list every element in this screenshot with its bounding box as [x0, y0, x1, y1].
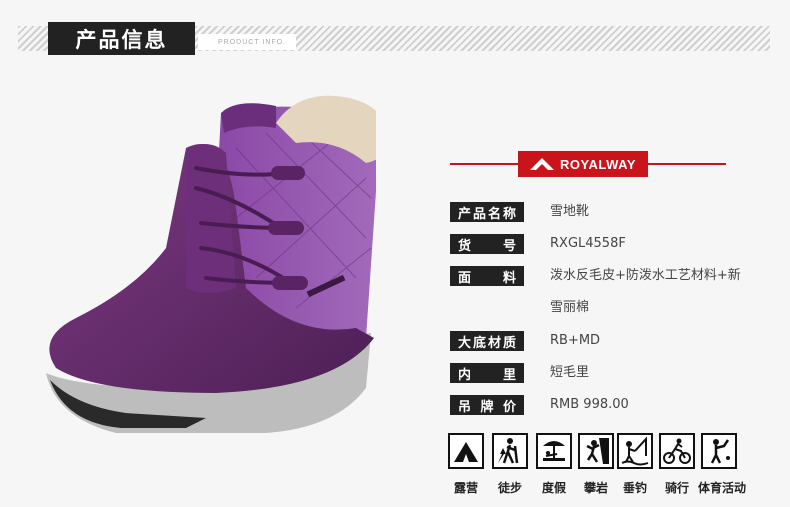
- activity-label-climbing: 攀岩: [583, 481, 608, 495]
- brand-badge: ROYALWAY: [518, 151, 648, 177]
- spec-value-name: 雪地靴: [550, 204, 590, 219]
- activity-label-vacation: 度假: [541, 481, 566, 495]
- spec-label-name: 产品名称: [450, 202, 524, 222]
- vacation-icon: [536, 433, 572, 469]
- cycling-icon: [659, 433, 695, 469]
- spec-value-price: RMB 998.00: [550, 397, 629, 412]
- spec-label-price: 吊牌价: [450, 395, 524, 415]
- brand-logo-icon: [529, 158, 554, 170]
- spec-value-lining: 短毛里: [550, 365, 590, 380]
- brand-name: ROYALWAY: [559, 156, 636, 172]
- activity-label-fishing: 垂钓: [622, 481, 647, 495]
- spec-value-fabric-line2: 雪丽棉: [550, 300, 590, 315]
- spec-value-fabric-line1: 泼水反毛皮+防泼水工艺材料+新: [550, 268, 741, 283]
- section-subtitle: PRODUCT INFO.: [198, 34, 296, 50]
- spec-label-sole: 大底材质: [450, 331, 524, 351]
- climbing-icon: [578, 433, 614, 469]
- hiking-icon: [492, 433, 528, 469]
- spec-value-sole: RB+MD: [550, 333, 601, 348]
- camping-icon: [448, 433, 484, 469]
- activity-label-camping: 露营: [453, 481, 478, 495]
- activity-label-cycling: 骑行: [664, 481, 689, 495]
- spec-value-sku: RXGL4558F: [550, 236, 626, 251]
- spec-label-sku: 货号: [450, 234, 524, 254]
- spec-label-fabric: 面料: [450, 266, 524, 286]
- activity-label-sports: 体育活动: [697, 481, 746, 495]
- section-title: 产品信息: [48, 22, 195, 55]
- activity-label-hiking: 徒步: [497, 481, 522, 495]
- spec-label-lining: 内里: [450, 363, 524, 383]
- product-image: [46, 95, 376, 433]
- sports-icon: [701, 433, 737, 469]
- fishing-icon: [617, 433, 653, 469]
